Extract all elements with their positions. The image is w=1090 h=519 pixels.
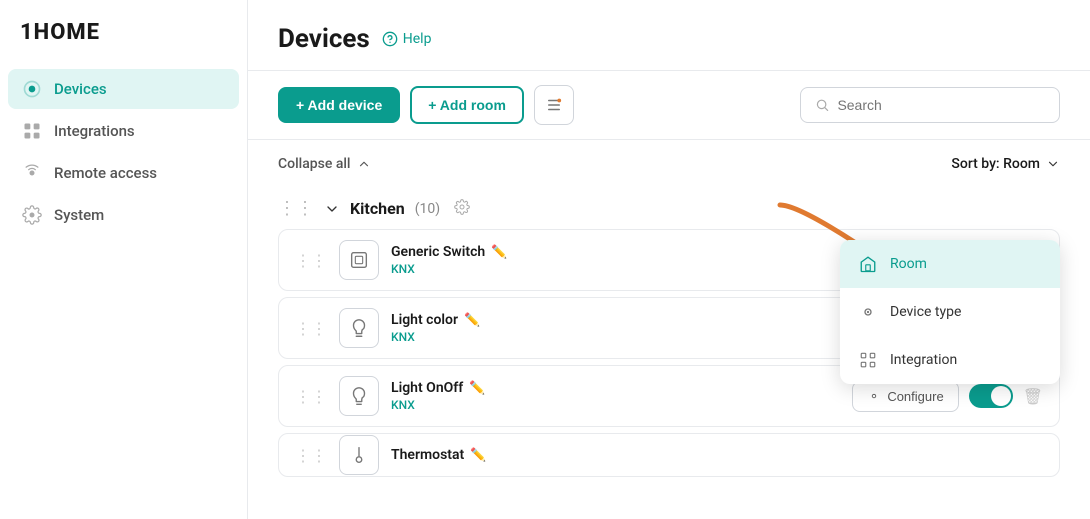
sidebar-item-integrations-label: Integrations [54, 122, 135, 140]
sort-option-integration-label: Integration [890, 352, 957, 368]
device-row-thermostat: ⋮⋮ Thermostat ✏️ [278, 433, 1060, 477]
edit-icon[interactable]: ✏️ [464, 313, 480, 328]
sort-option-integration[interactable]: Integration [840, 336, 1060, 384]
chevron-up-icon [357, 157, 371, 171]
sidebar-item-devices[interactable]: Devices [8, 69, 239, 109]
sidebar-item-integrations[interactable]: Integrations [8, 111, 239, 151]
device-name-light-color: Light color ✏️ [391, 312, 840, 328]
device-actions-light-onoff: Configure 🗑 [852, 381, 1043, 412]
device-integration-light-onoff: KNX [391, 398, 840, 412]
device-name-generic-switch: Generic Switch ✏️ [391, 244, 840, 260]
remote-access-icon [22, 163, 42, 183]
add-device-label: + Add device [296, 97, 382, 113]
configure-icon [867, 389, 881, 403]
device-drag-handle[interactable]: ⋮⋮ [295, 319, 327, 338]
device-info-thermostat: Thermostat ✏️ [391, 447, 1043, 463]
sort-by-button[interactable]: Sort by: Room [951, 156, 1060, 172]
room-collapse-icon[interactable] [324, 201, 340, 217]
integrations-icon [22, 121, 42, 141]
device-integration-light-color: KNX [391, 330, 840, 344]
system-icon [22, 205, 42, 225]
add-device-button[interactable]: + Add device [278, 87, 400, 123]
toolbar: + Add device + Add room [248, 71, 1090, 140]
room-title-kitchen: Kitchen [350, 199, 405, 218]
sort-option-room[interactable]: Room [840, 240, 1060, 288]
device-drag-handle[interactable]: ⋮⋮ [295, 446, 327, 465]
device-info-light-color: Light color ✏️ KNX [391, 312, 840, 344]
room-header-kitchen[interactable]: ⋮⋮ Kitchen (10) [278, 188, 1060, 229]
chevron-down-icon [1046, 157, 1060, 171]
sidebar: 1HOME Devices Integrations [0, 0, 248, 519]
help-link[interactable]: Help [382, 31, 432, 47]
layout-icon [545, 96, 563, 114]
page-title: Devices [278, 24, 370, 54]
device-info-light-onoff: Light OnOff ✏️ KNX [391, 380, 840, 412]
edit-icon[interactable]: ✏️ [491, 245, 507, 260]
sidebar-item-remote-access[interactable]: Remote access [8, 153, 239, 193]
collapse-all-button[interactable]: Collapse all [278, 156, 371, 172]
sort-option-device-type-label: Device type [890, 304, 961, 320]
content-toolbar: Collapse all Sort by: Room [278, 156, 1060, 172]
device-info-generic-switch: Generic Switch ✏️ KNX [391, 244, 840, 276]
edit-icon[interactable]: ✏️ [469, 381, 485, 396]
device-drag-handle[interactable]: ⋮⋮ [295, 387, 327, 406]
sidebar-item-system-label: System [54, 206, 104, 224]
sidebar-item-devices-label: Devices [54, 80, 107, 98]
sidebar-item-system[interactable]: System [8, 195, 239, 235]
device-drag-handle[interactable]: ⋮⋮ [295, 251, 327, 270]
toggle-light-onoff[interactable] [969, 384, 1013, 408]
device-name-light-onoff: Light OnOff ✏️ [391, 380, 840, 396]
device-icon-generic-switch [339, 240, 379, 280]
room-icon [858, 254, 878, 274]
device-name-thermostat: Thermostat ✏️ [391, 447, 1043, 463]
configure-button-light-onoff[interactable]: Configure [852, 381, 958, 412]
search-icon [815, 97, 829, 113]
sort-option-room-label: Room [890, 256, 927, 272]
device-icon-light-color [339, 308, 379, 348]
device-type-icon [858, 302, 878, 322]
sort-option-device-type[interactable]: Device type [840, 288, 1060, 336]
sort-by-label: Sort by: Room [951, 156, 1040, 172]
search-box[interactable] [800, 87, 1060, 123]
sidebar-item-remote-access-label: Remote access [54, 164, 157, 182]
app-logo: 1HOME [0, 0, 247, 69]
integration-icon [858, 350, 878, 370]
device-integration-generic-switch: KNX [391, 262, 840, 276]
add-room-label: + Add room [428, 97, 506, 113]
content-area: Collapse all Sort by: Room [248, 140, 1090, 519]
sidebar-nav: Devices Integrations Remo [0, 69, 247, 235]
device-icon-thermostat [339, 435, 379, 475]
delete-light-onoff[interactable]: 🗑 [1023, 387, 1043, 406]
room-drag-handle[interactable]: ⋮⋮ [278, 198, 314, 219]
room-count-kitchen: (10) [415, 201, 440, 217]
search-input[interactable] [837, 97, 1045, 113]
main-header: Devices Help [248, 0, 1090, 71]
help-label: Help [403, 31, 432, 47]
add-room-button[interactable]: + Add room [410, 86, 524, 124]
room-settings-icon[interactable] [454, 199, 470, 219]
main-content: Devices Help + Add device + Add room [248, 0, 1090, 519]
devices-icon [22, 79, 42, 99]
help-icon [382, 31, 398, 47]
layout-toggle-button[interactable] [534, 85, 574, 125]
edit-icon[interactable]: ✏️ [470, 448, 486, 463]
sort-dropdown: Room Device type [840, 240, 1060, 384]
collapse-all-label: Collapse all [278, 156, 351, 172]
device-icon-light-onoff [339, 376, 379, 416]
